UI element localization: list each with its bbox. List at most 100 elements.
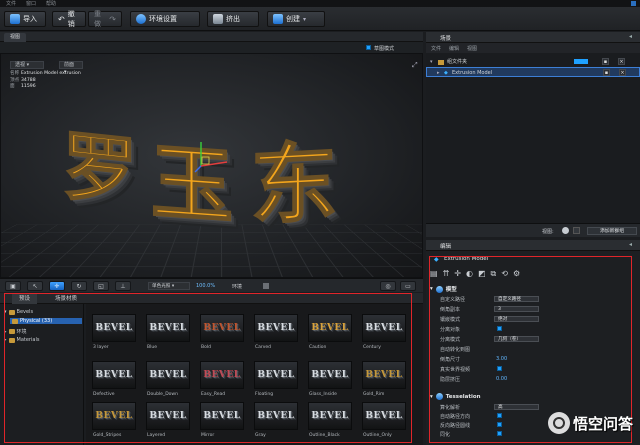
property-checkbox[interactable] [497, 326, 502, 331]
view-label: 视图: [542, 229, 554, 235]
maximize-icon[interactable]: ⤢ [412, 61, 418, 70]
preset-thumb[interactable]: BEVEL [146, 361, 190, 389]
menu-help[interactable]: 帮助 [46, 0, 56, 7]
scene-row-group[interactable]: ▾ 组文件夹 ▪ × [426, 57, 640, 67]
preset-thumb[interactable]: BEVEL [200, 361, 244, 389]
preset-thumb[interactable]: BEVEL [92, 402, 136, 430]
preset-thumb[interactable]: BEVEL [308, 314, 352, 342]
preset-thumb[interactable]: BEVEL [146, 402, 190, 430]
preset-thumb[interactable]: BEVEL [254, 402, 298, 430]
menu-window[interactable]: 窗口 [26, 0, 36, 7]
property-label: 倒角尺寸 [440, 357, 461, 363]
extrude-button[interactable]: 挤出 [207, 11, 259, 27]
add-group-button[interactable]: 添加新群组 [587, 227, 637, 235]
camera-icon[interactable]: ▣ [5, 281, 21, 291]
undo-button[interactable]: ↶ 撤销 [52, 10, 86, 28]
lock-icon[interactable]: ▪ [603, 69, 610, 76]
render-settings-icon[interactable]: ◎ [380, 281, 396, 291]
property-select[interactable]: 高 [494, 404, 539, 410]
select-tool-icon[interactable]: ↖ [27, 281, 43, 291]
preset-thumb[interactable]: BEVEL [92, 314, 136, 342]
tree-item-physical[interactable]: Physical (33) [10, 318, 82, 324]
camera-dropdown[interactable]: 透视 ▾ [10, 61, 44, 69]
property-number[interactable]: 3.00 [496, 356, 507, 362]
model-icon[interactable]: ▤ [430, 269, 438, 279]
preset-thumb[interactable]: BEVEL [146, 314, 190, 342]
redo-button[interactable]: 重做 ↷ [88, 10, 122, 28]
close-icon[interactable]: × [619, 69, 626, 76]
tree-item-materials[interactable]: ▸ Materials [4, 337, 39, 343]
move-tool-icon[interactable]: ✛ [49, 281, 65, 291]
preset-thumb[interactable]: BEVEL [362, 361, 406, 389]
window-icon[interactable] [631, 1, 636, 6]
expand-icon[interactable]: ▾ [430, 57, 433, 67]
property-select[interactable]: 几何（卷） [494, 336, 539, 342]
folder-icon [12, 318, 18, 324]
property-checkbox[interactable] [497, 422, 502, 427]
property-number[interactable]: 0.00 [496, 376, 507, 382]
preset-thumb[interactable]: BEVEL [362, 314, 406, 342]
section-model[interactable]: ▾ 模型 [430, 285, 457, 293]
display-icon[interactable]: ▭ [400, 281, 416, 291]
preset-thumb[interactable]: BEVEL [92, 361, 136, 389]
tab-viewport[interactable]: 视图 [4, 33, 27, 42]
move-icon[interactable]: ✛ [454, 269, 461, 279]
property-select[interactable]: 自定义路径 [494, 296, 539, 302]
create-button[interactable]: 创建 ▾ [267, 11, 325, 27]
viewport-toolbar: ▣ ↖ ✛ ↻ ◱ ⊥ 单色光照 ▾ 100.0% 环境 ◎ ▭ [0, 278, 423, 292]
scene-menu-edit[interactable]: 编辑 [449, 45, 459, 52]
scene-menu-file[interactable]: 文件 [431, 45, 441, 52]
shading-dropdown[interactable]: 单色光照 ▾ [148, 282, 190, 290]
preset-thumb[interactable]: BEVEL [362, 402, 406, 430]
tree-item-bevels[interactable]: ▾ Bevels [4, 309, 33, 315]
property-select[interactable]: 3 [494, 306, 539, 312]
panel-menu-icon[interactable]: ◂ [629, 241, 632, 248]
material-icon[interactable]: ◐ [466, 269, 473, 279]
property-checkbox[interactable] [497, 366, 502, 371]
animate-icon[interactable]: ⟲ [501, 269, 508, 279]
preset-thumb[interactable]: BEVEL [308, 361, 352, 389]
menu-file[interactable]: 文件 [6, 0, 16, 7]
preset-label: Defective [93, 392, 115, 397]
rotate-tool-icon[interactable]: ↻ [71, 281, 87, 291]
close-icon[interactable]: × [618, 58, 625, 65]
3d-viewport[interactable]: 透视 ▾ 前面 ▾ 名称 Extrusion Model extrusion 顶点… [0, 53, 423, 278]
tab-scene-materials[interactable]: 场景材质 [48, 294, 84, 304]
import-button[interactable]: 导入 [4, 11, 46, 27]
panel-menu-icon[interactable]: ◂ [629, 33, 632, 40]
property-select[interactable]: 绝对 [494, 316, 539, 322]
preset-label: Easy_Read [201, 392, 226, 397]
scene-row-extrusion[interactable]: ▸ ◆ Extrusion Model ▪ × [426, 67, 640, 77]
lock-icon[interactable]: ▪ [602, 58, 609, 65]
expand-icon[interactable]: ▸ [437, 68, 440, 78]
scale-tool-icon[interactable]: ◱ [93, 281, 109, 291]
preset-thumb[interactable]: BEVEL [200, 402, 244, 430]
scene-menu-view[interactable]: 视图 [467, 45, 477, 52]
preset-thumb[interactable]: BEVEL [254, 361, 298, 389]
group-icon[interactable] [573, 227, 580, 234]
visibility-toggle[interactable] [574, 59, 588, 64]
axis-tool-icon[interactable]: ⊥ [115, 281, 131, 291]
tree-item-environment[interactable]: ▸ 环境 [4, 328, 27, 336]
extrude-tool-icon[interactable]: ⇈ [443, 269, 450, 279]
draft-mode-checkbox[interactable] [366, 45, 371, 50]
view-dropdown[interactable]: 前面 ▾ [59, 61, 83, 75]
preset-thumb[interactable]: BEVEL [254, 314, 298, 342]
property-checkbox[interactable] [497, 413, 502, 418]
environment-swatch[interactable] [263, 283, 269, 289]
transform-gizmo[interactable] [193, 138, 233, 174]
preset-thumb[interactable]: BEVEL [200, 314, 244, 342]
property-label: 分离对象 [440, 327, 461, 333]
duplicate-icon[interactable]: ⧉ [491, 269, 497, 279]
section-tesselation[interactable]: ▾ Tesselation [430, 393, 481, 400]
view-icon[interactable] [562, 227, 569, 234]
bevel-icon[interactable]: ◩ [478, 269, 486, 279]
preset-thumb[interactable]: BEVEL [308, 402, 352, 430]
tab-presets[interactable]: 预设 [12, 294, 38, 304]
viewport-header: 视图 [0, 32, 423, 42]
environment-button[interactable]: 环境设置 [130, 11, 200, 27]
property-checkbox[interactable] [497, 431, 502, 436]
gear-icon[interactable]: ⚙ [513, 269, 520, 279]
watermark-text: 悟空问答 [573, 414, 634, 433]
scene-title: 场景 [440, 36, 452, 42]
